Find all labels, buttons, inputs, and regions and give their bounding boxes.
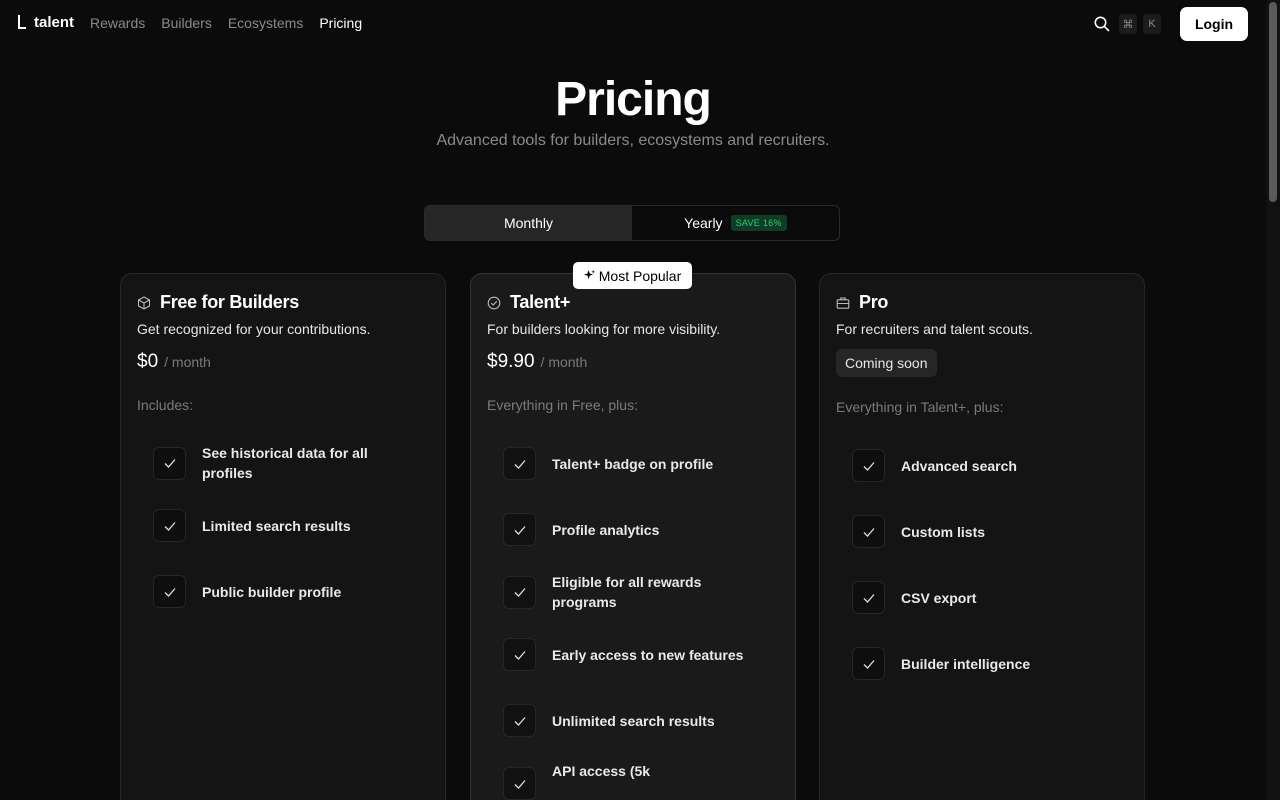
check-icon bbox=[153, 509, 186, 542]
scrollbar-thumb[interactable] bbox=[1269, 2, 1277, 202]
price-period: / month bbox=[540, 354, 588, 370]
feature-item: Early access to new features bbox=[503, 638, 763, 671]
price-period: / month bbox=[164, 354, 211, 370]
feature-label: See historical data for all profiles bbox=[202, 445, 368, 481]
plan-title: Talent+ bbox=[510, 292, 571, 312]
includes-label: Includes: bbox=[137, 397, 194, 413]
check-icon bbox=[503, 513, 536, 546]
nav-link-ecosystems[interactable]: Ecosystems bbox=[228, 15, 303, 31]
feature-item: Talent+ badge on profile bbox=[503, 447, 763, 480]
check-icon bbox=[503, 575, 536, 609]
includes-label: Everything in Free, plus: bbox=[487, 397, 638, 413]
login-button[interactable]: Login bbox=[1180, 7, 1248, 41]
feature-item: Advanced search bbox=[852, 449, 1112, 482]
feature-item: Public builder profile bbox=[153, 575, 413, 608]
check-icon bbox=[852, 515, 885, 548]
feature-item: API access (5k bbox=[503, 761, 763, 800]
feature-label: Profile analytics bbox=[552, 521, 660, 538]
logo-text: talent bbox=[34, 14, 75, 31]
feature-label: Early access to new features bbox=[552, 646, 744, 663]
talent-logo-icon bbox=[18, 14, 28, 31]
feature-item: Eligible for all rewards programs bbox=[503, 572, 763, 612]
verified-badge-icon bbox=[487, 296, 501, 310]
most-popular-label: Most Popular bbox=[598, 267, 682, 284]
feature-label: Talent+ badge on profile bbox=[552, 455, 714, 472]
check-icon bbox=[153, 575, 186, 608]
feature-item: Custom lists bbox=[852, 515, 1112, 548]
page-subtitle: Advanced tools for builders, ecosystems … bbox=[436, 132, 830, 149]
check-icon bbox=[852, 581, 885, 614]
save-badge: SAVE 16% bbox=[730, 215, 787, 231]
nav-link-builders[interactable]: Builders bbox=[161, 15, 212, 31]
feature-label: API access (5k bbox=[552, 763, 651, 779]
briefcase-icon bbox=[836, 296, 850, 310]
nav-links: Rewards Builders Ecosystems Pricing bbox=[90, 15, 378, 31]
feature-label: CSV export bbox=[901, 589, 977, 606]
shortcut-key-k: K bbox=[1143, 14, 1161, 34]
logo[interactable]: talent bbox=[18, 14, 74, 31]
sparkle-icon bbox=[583, 270, 595, 280]
plan-description: Get recognized for your contributions. bbox=[137, 321, 371, 337]
plan-title: Pro bbox=[859, 292, 889, 312]
coming-soon-badge: Coming soon bbox=[836, 349, 937, 377]
feature-item: Limited search results bbox=[153, 509, 413, 542]
check-icon bbox=[503, 767, 536, 800]
includes-label: Everything in Talent+, plus: bbox=[836, 399, 1004, 415]
billing-yearly-option[interactable]: Yearly SAVE 16% bbox=[632, 206, 839, 240]
yearly-label: Yearly bbox=[684, 215, 723, 231]
shortcut-key-cmd: ⌘ bbox=[1119, 14, 1137, 34]
feature-label: Custom lists bbox=[901, 523, 986, 540]
feature-label: Builder intelligence bbox=[901, 655, 1031, 672]
feature-label: Advanced search bbox=[901, 457, 1017, 474]
plan-card-pro: Pro For recruiters and talent scouts. Co… bbox=[819, 273, 1145, 800]
most-popular-badge: Most Popular bbox=[573, 262, 692, 289]
feature-item: See historical data for all profiles bbox=[153, 443, 413, 483]
nav-link-pricing[interactable]: Pricing bbox=[319, 15, 362, 31]
plan-price: $0 / month bbox=[137, 351, 429, 373]
price-amount: $9.90 bbox=[487, 351, 535, 372]
plan-card-free: Free for Builders Get recognized for you… bbox=[120, 273, 446, 800]
plan-description: For builders looking for more visibility… bbox=[487, 321, 721, 337]
monthly-label: Monthly bbox=[503, 215, 554, 231]
check-icon bbox=[503, 638, 536, 671]
feature-list: Advanced search Custom lists CSV export … bbox=[836, 449, 1128, 680]
page-title: Pricing bbox=[555, 73, 712, 126]
page-scrollbar[interactable] bbox=[1266, 0, 1280, 800]
feature-item: Builder intelligence bbox=[852, 647, 1112, 680]
feature-list: See historical data for all profiles Lim… bbox=[137, 443, 429, 608]
top-nav: talent Rewards Builders Ecosystems Prici… bbox=[0, 0, 1266, 48]
search-icon bbox=[1094, 16, 1110, 32]
feature-label: Unlimited search results bbox=[552, 712, 715, 729]
check-icon bbox=[852, 449, 885, 482]
check-icon bbox=[503, 447, 536, 480]
cube-icon bbox=[137, 295, 151, 310]
feature-list: Talent+ badge on profile Profile analyti… bbox=[487, 447, 779, 800]
plan-title: Free for Builders bbox=[160, 292, 299, 312]
check-icon bbox=[503, 704, 536, 737]
feature-label: Limited search results bbox=[202, 517, 351, 534]
feature-item: Unlimited search results bbox=[503, 704, 763, 737]
check-icon bbox=[852, 647, 885, 680]
check-icon bbox=[153, 446, 186, 480]
billing-toggle: Monthly Yearly SAVE 16% bbox=[424, 205, 840, 241]
plan-price: $9.90 / month bbox=[487, 351, 779, 373]
feature-item: CSV export bbox=[852, 581, 1112, 614]
feature-item: Profile analytics bbox=[503, 513, 763, 546]
search-button[interactable] bbox=[1093, 15, 1111, 33]
feature-label: Public builder profile bbox=[202, 583, 342, 600]
plan-card-talent-plus: Talent+ For builders looking for more vi… bbox=[470, 273, 796, 800]
plan-description: For recruiters and talent scouts. bbox=[836, 321, 1033, 337]
feature-label: Eligible for all rewards programs bbox=[552, 574, 702, 610]
billing-monthly-option[interactable]: Monthly bbox=[425, 206, 632, 240]
nav-link-rewards[interactable]: Rewards bbox=[90, 15, 145, 31]
price-amount: $0 bbox=[137, 351, 159, 372]
